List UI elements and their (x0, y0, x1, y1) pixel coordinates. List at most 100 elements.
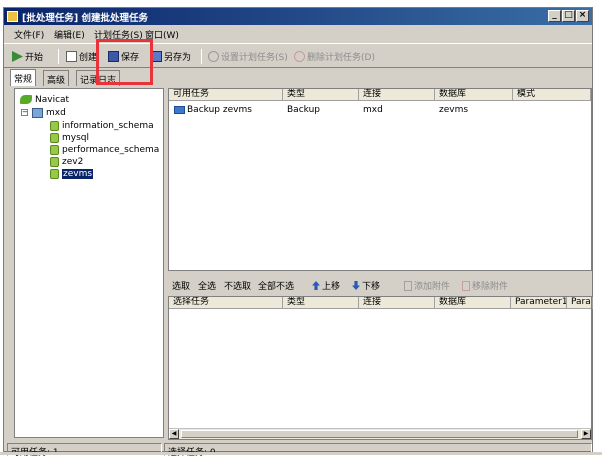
close-button[interactable]: × (576, 10, 589, 22)
column-header[interactable]: 连接 (359, 297, 435, 309)
new-file-icon (66, 51, 77, 62)
attachment-icon (404, 280, 412, 291)
scroll-left-icon[interactable]: ◀ (169, 429, 179, 439)
add-attachment-label: 添加附件 (414, 282, 451, 292)
task-name: Backup zevms (187, 105, 252, 115)
toolbar: 开始 创建 保存 另存为 设置计划任务(S) 删除计划任务(D) (4, 43, 592, 68)
database-icon (50, 156, 59, 167)
column-header[interactable]: 类型 (283, 89, 359, 101)
navicat-icon (20, 95, 32, 104)
task-database-cell: zevms (439, 105, 469, 115)
scroll-thumb[interactable] (181, 430, 578, 438)
column-header[interactable]: Parameter1 (511, 297, 567, 309)
database-icon (50, 120, 59, 131)
tree-db-label: zev2 (62, 156, 84, 167)
save-icon (108, 51, 119, 62)
menu-file[interactable]: 文件(F) (14, 28, 44, 41)
save-button[interactable]: 保存 (108, 50, 139, 63)
remove-attachment-button[interactable]: 移除附件 (462, 279, 508, 292)
task-name-cell: Backup zevms (174, 105, 252, 115)
deselect-button[interactable]: 不选取 (224, 279, 251, 292)
task-connection-cell: mxd (363, 105, 383, 115)
selected-tasks-grid: 选择任务 类型 连接 数据库 Parameter1 Para ◀ ▶ (168, 296, 593, 440)
tree-db-item[interactable]: performance_schema (50, 144, 159, 155)
save-as-icon (151, 51, 162, 62)
menu-schedule[interactable]: 计划任务(S) (94, 28, 143, 41)
set-schedule-label: 设置计划任务(S) (221, 53, 288, 63)
select-button[interactable]: 选取 (172, 279, 190, 292)
tree-connection-mxd[interactable]: mxd (32, 107, 66, 118)
delete-schedule-label: 删除计划任务(D) (307, 53, 375, 63)
delete-schedule-button[interactable]: 删除计划任务(D) (294, 50, 375, 63)
database-icon (50, 144, 59, 155)
available-tasks-grid: 可用任务 类型 连接 数据库 模式 Backup zevms Backup mx… (168, 88, 592, 271)
app-icon (7, 11, 18, 22)
save-as-label: 另存为 (164, 53, 192, 63)
column-header[interactable]: 类型 (283, 297, 359, 309)
start-label: 开始 (25, 53, 44, 63)
connection-tree: Navicat − mxd information_schema mysql p… (14, 88, 164, 438)
menu-edit[interactable]: 编辑(E) (54, 28, 85, 41)
move-up-label: 上移 (322, 282, 341, 292)
column-header[interactable]: Para (567, 297, 593, 309)
tab-log[interactable]: 记录日志 (76, 70, 121, 86)
deselect-all-button[interactable]: 全部不选 (258, 279, 294, 292)
tree-db-item[interactable]: mysql (50, 132, 89, 143)
connection-icon (32, 107, 43, 118)
move-down-label: 下移 (362, 282, 381, 292)
start-button[interactable]: 开始 (12, 50, 43, 63)
new-label: 创建 (79, 53, 98, 63)
grid-header: 可用任务 类型 连接 数据库 模式 (169, 89, 591, 101)
task-type-cell: Backup (287, 105, 320, 115)
title-bar: [批处理任务] 创建批处理任务 _ □ × (4, 8, 592, 25)
collapse-icon[interactable]: − (21, 109, 28, 116)
set-schedule-button[interactable]: 设置计划任务(S) (208, 50, 288, 63)
maximize-button[interactable]: □ (562, 10, 575, 22)
arrow-up-icon (312, 281, 320, 290)
tree-db-item[interactable]: zev2 (50, 156, 83, 167)
backup-task-icon (174, 105, 185, 114)
database-icon (50, 168, 59, 179)
toolbar-separator (58, 49, 59, 64)
tree-connection-label: mxd (46, 107, 66, 118)
menu-bar: 文件(F) 编辑(E) 计划任务(S) 窗口(W) (4, 26, 592, 42)
toolbar-separator (201, 49, 202, 64)
column-header[interactable]: 数据库 (435, 89, 513, 101)
column-header[interactable]: 数据库 (435, 297, 511, 309)
menu-window[interactable]: 窗口(W) (145, 28, 179, 41)
move-up-button[interactable]: 上移 (312, 279, 340, 292)
tree-db-label: mysql (62, 132, 89, 143)
minimize-button[interactable]: _ (548, 10, 561, 22)
column-header[interactable]: 模式 (513, 89, 591, 101)
tree-root-navicat[interactable]: Navicat (20, 94, 69, 105)
column-header[interactable]: 连接 (359, 89, 435, 101)
tree-db-label: zevms (62, 168, 94, 179)
task-action-bar: 选取 全选 不选取 全部不选 上移 下移 添加附件 移除附件 (168, 276, 592, 294)
save-label: 保存 (121, 53, 140, 63)
delete-clock-icon (294, 51, 305, 62)
tree-db-label: information_schema (62, 120, 154, 131)
tree-db-item[interactable]: information_schema (50, 120, 154, 131)
select-all-button[interactable]: 全选 (198, 279, 216, 292)
clock-icon (208, 51, 219, 62)
tree-root-label: Navicat (35, 94, 70, 105)
grid-header: 选择任务 类型 连接 数据库 Parameter1 Para (169, 297, 593, 309)
tree-db-item-selected[interactable]: zevms (50, 168, 94, 179)
tree-db-label: performance_schema (62, 144, 160, 155)
move-down-button[interactable]: 下移 (352, 279, 380, 292)
column-header[interactable]: 选择任务 (169, 297, 283, 309)
tab-advanced[interactable]: 高级 (43, 70, 70, 86)
scroll-right-icon[interactable]: ▶ (581, 429, 591, 439)
batch-job-window: [批处理任务] 创建批处理任务 _ □ × 文件(F) 编辑(E) 计划任务(S… (3, 7, 593, 458)
play-icon (12, 51, 23, 62)
window-title: [批处理任务] 创建批处理任务 (22, 13, 148, 24)
remove-attachment-label: 移除附件 (472, 282, 509, 292)
database-icon (50, 132, 59, 143)
add-attachment-button[interactable]: 添加附件 (404, 279, 450, 292)
new-button[interactable]: 创建 (66, 50, 97, 63)
arrow-down-icon (352, 281, 360, 290)
horizontal-scrollbar[interactable]: ◀ ▶ (169, 428, 591, 439)
save-as-button[interactable]: 另存为 (151, 50, 191, 63)
column-header[interactable]: 可用任务 (169, 89, 283, 101)
tab-general[interactable]: 常规 (10, 69, 37, 86)
